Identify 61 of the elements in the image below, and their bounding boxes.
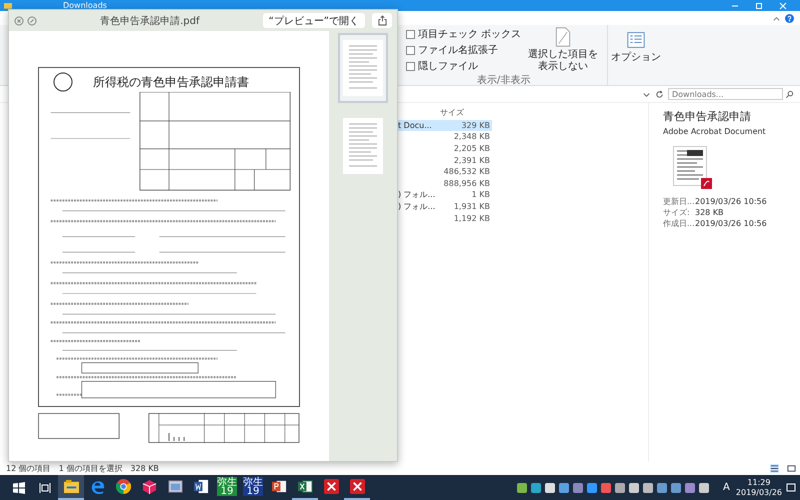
file-row[interactable]: 2,348 KB	[398, 131, 492, 143]
file-row[interactable]: 486,532 KB	[398, 166, 492, 178]
checkbox-option[interactable]: ファイル名拡張子	[406, 43, 522, 57]
file-row[interactable]: ) フォル... 1,931 KB	[398, 200, 492, 212]
presentation-app-icon	[272, 479, 286, 494]
file-row[interactable]: 2,205 KB	[398, 142, 492, 154]
task-view-icon[interactable]	[39, 482, 51, 494]
file-row[interactable]: 888,956 KB	[398, 178, 492, 190]
share-button[interactable]	[372, 13, 392, 28]
folder-icon	[64, 479, 78, 494]
page-thumbnail[interactable]	[338, 33, 388, 103]
help-icon[interactable]	[785, 14, 794, 22]
options-button[interactable]: オプション	[608, 28, 664, 66]
notification-icon[interactable]	[786, 482, 796, 492]
browser-e-icon	[90, 479, 104, 494]
input-mode-indicator[interactable]: A	[723, 482, 730, 493]
property-value: 2019/03/26 10:56	[695, 218, 767, 229]
clock[interactable]: 11:29 2019/03/26	[736, 478, 782, 498]
share-icon	[378, 15, 386, 26]
list-icon	[627, 30, 646, 50]
maximize-icon[interactable]	[754, 0, 764, 10]
file-row[interactable]: 1,192 KB	[398, 212, 492, 224]
checkbox-option[interactable]: 項目チェック ボックス	[406, 27, 522, 41]
group-label: 表示/非表示	[476, 75, 532, 87]
window-icon	[168, 479, 182, 494]
open-in-preview-button[interactable]: “プレビュー”で開く	[262, 13, 365, 28]
hide-selected-button[interactable]: 選択した項目を 表示しない	[525, 25, 602, 75]
window-title: 青色申告承認申請.pdf	[99, 14, 201, 28]
column-header[interactable]: サイズ	[438, 107, 492, 118]
file-type: Adobe Acrobat Document	[663, 127, 767, 136]
item-count: 12 個の項目	[6, 463, 51, 474]
selection-count: 1 個の項目を選択	[58, 463, 122, 474]
cross-app-icon	[324, 479, 338, 494]
window-title: Downloads	[63, 0, 107, 10]
details-view-icon[interactable]	[770, 464, 779, 473]
property-label: 更新日...	[663, 196, 695, 207]
browser-circle-icon	[116, 479, 130, 494]
property-value: 328 KB	[695, 207, 724, 218]
fullscreen-icon[interactable]	[27, 16, 37, 26]
cross-app-icon	[350, 479, 364, 494]
search-icon[interactable]	[785, 90, 794, 98]
file-row[interactable]: 2,391 KB	[398, 154, 492, 166]
property-label: サイズ:	[663, 207, 691, 218]
document-app-icon	[194, 479, 208, 494]
property-label: 作成日...	[663, 218, 695, 229]
spreadsheet-app-icon	[298, 479, 312, 494]
close-icon[interactable]	[14, 16, 24, 26]
cube-icon	[142, 479, 156, 494]
refresh-icon[interactable]	[655, 90, 664, 98]
file-title: 青色申告承認申請	[663, 109, 752, 124]
pdf-thumbnail-drawing	[673, 146, 713, 190]
selection-size: 328 KB	[130, 464, 159, 473]
property-value: 2019/03/26 10:56	[695, 196, 767, 207]
file-row[interactable]: ) フォル... 1 KB	[398, 189, 492, 201]
seal-circle-icon	[53, 72, 73, 92]
file-row[interactable]: t Docu... 329 KB	[398, 120, 492, 132]
checkbox-option[interactable]: 隠しファイル	[406, 59, 522, 73]
search-field[interactable]: Downloads...	[668, 88, 783, 100]
start-icon[interactable]	[13, 482, 25, 494]
tiles-view-icon[interactable]	[787, 464, 796, 473]
document-title: 所得税の青色申告承認申請書	[93, 74, 249, 90]
